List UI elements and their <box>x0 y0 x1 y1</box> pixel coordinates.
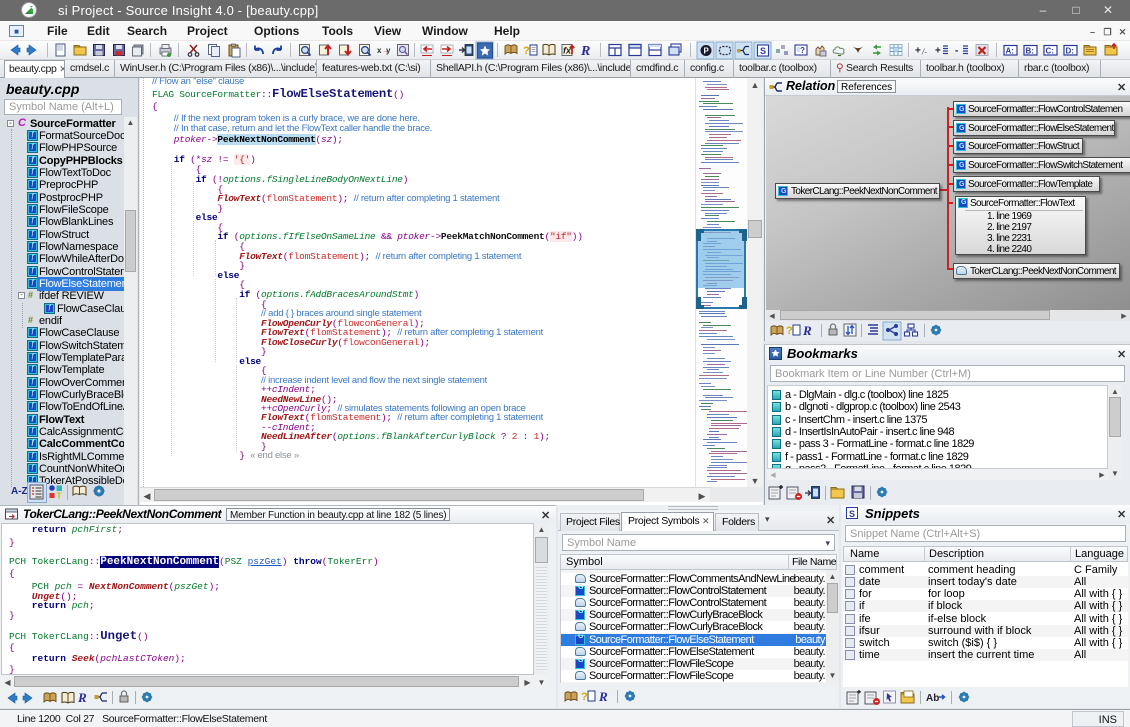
svg-text:?: ? <box>581 691 588 703</box>
svg-text:R: R <box>77 690 87 705</box>
svg-text:R: R <box>598 689 608 704</box>
svg-text:B:: B: <box>1026 47 1034 56</box>
svg-text:Ab: Ab <box>926 693 939 704</box>
svg-text:D:: D: <box>1066 47 1074 56</box>
svg-text:T: T <box>57 492 62 501</box>
svg-text:C:: C: <box>1046 47 1054 56</box>
svg-text:?: ? <box>786 325 793 337</box>
svg-text:A:: A: <box>1006 47 1014 56</box>
svg-text:R: R <box>802 323 812 338</box>
